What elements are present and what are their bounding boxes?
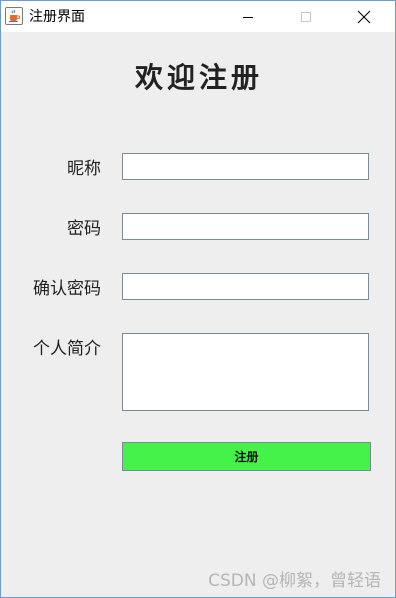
form-panel: 欢迎注册 昵称 密码 确认密码 个人简介 注册 CSDN @柳絮，曾轻语 bbox=[1, 32, 395, 597]
close-button[interactable] bbox=[341, 1, 387, 32]
window-title: 注册界面 bbox=[29, 9, 85, 25]
java-cup-icon bbox=[5, 7, 23, 25]
maximize-button[interactable] bbox=[283, 1, 329, 32]
bio-label: 个人简介 bbox=[33, 339, 101, 359]
close-icon bbox=[357, 10, 371, 23]
minimize-icon bbox=[243, 16, 253, 18]
register-button[interactable]: 注册 bbox=[122, 442, 371, 471]
confirm-password-label: 确认密码 bbox=[33, 279, 101, 299]
watermark-text: CSDN @柳絮，曾轻语 bbox=[208, 571, 381, 591]
nickname-input[interactable] bbox=[122, 153, 369, 180]
password-label: 密码 bbox=[67, 219, 101, 239]
maximize-icon bbox=[301, 11, 311, 22]
confirm-password-input[interactable] bbox=[122, 273, 369, 300]
bio-textarea[interactable] bbox=[122, 333, 369, 411]
title-bar[interactable]: 注册界面 bbox=[1, 1, 395, 32]
page-title: 欢迎注册 bbox=[134, 61, 263, 94]
password-input[interactable] bbox=[122, 213, 369, 240]
nickname-label: 昵称 bbox=[67, 159, 101, 179]
minimize-button[interactable] bbox=[225, 1, 271, 32]
registration-window: 注册界面 欢迎注册 昵称 密码 确认密码 个人简介 注册 CSDN @柳絮，曾轻… bbox=[0, 0, 396, 598]
